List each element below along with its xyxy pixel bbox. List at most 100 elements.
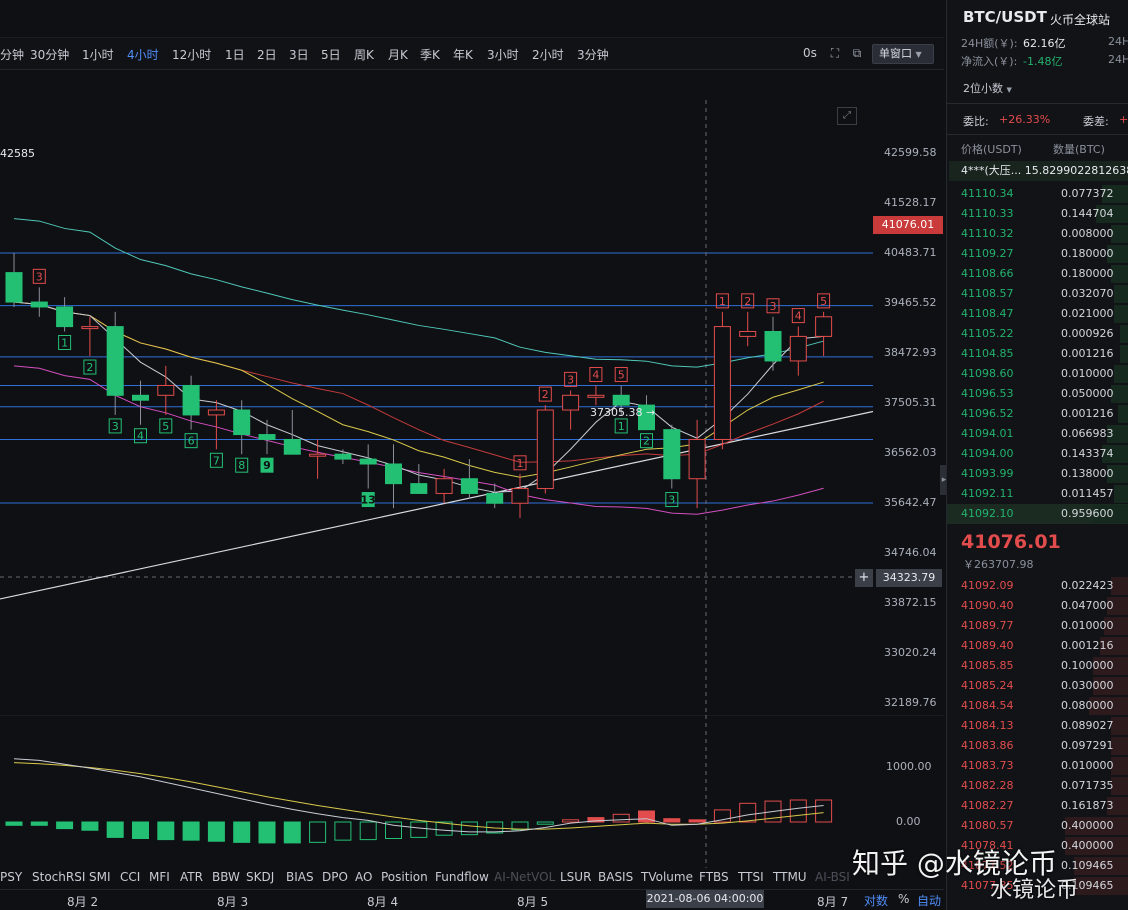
bid-row[interactable]: 41110.33 0.144704 bbox=[947, 204, 1128, 224]
timeframe-tab[interactable]: 季K bbox=[420, 46, 440, 63]
indicator-tab[interactable]: LSUR bbox=[560, 870, 591, 884]
ask-row[interactable]: 41092.09 0.022423 bbox=[947, 576, 1128, 596]
candle[interactable] bbox=[663, 424, 681, 489]
auto-scale-toggle[interactable]: 自动 bbox=[917, 892, 941, 909]
ask-row[interactable]: 41089.40 0.001216 bbox=[947, 636, 1128, 656]
big-order-row[interactable]: 4***(大压... 15.8299022812638 bbox=[949, 161, 1128, 181]
bid-row[interactable]: 41094.01 0.066983 bbox=[947, 424, 1128, 444]
macd-chart[interactable] bbox=[0, 715, 944, 868]
timeframe-tab[interactable]: 4小时 bbox=[127, 46, 159, 63]
candle[interactable] bbox=[182, 375, 200, 430]
candle[interactable] bbox=[106, 311, 124, 415]
ask-row[interactable]: 41083.73 0.010000 bbox=[947, 756, 1128, 776]
candle[interactable] bbox=[207, 400, 225, 450]
bid-row[interactable]: 41108.47 0.021000 bbox=[947, 304, 1128, 324]
indicator-tab[interactable]: AO bbox=[355, 870, 372, 884]
ask-row[interactable]: 41080.57 0.400000 bbox=[947, 816, 1128, 836]
bid-row[interactable]: 41108.66 0.180000 bbox=[947, 264, 1128, 284]
bid-row[interactable]: 41104.85 0.001216 bbox=[947, 344, 1128, 364]
popout-icon[interactable]: ⧉ bbox=[850, 46, 864, 60]
ask-row[interactable]: 41085.24 0.030000 bbox=[947, 676, 1128, 696]
indicator-tab[interactable]: SKDJ bbox=[246, 870, 274, 884]
bid-row[interactable]: 41098.60 0.010000 bbox=[947, 364, 1128, 384]
timeframe-tab[interactable]: 2小时 bbox=[532, 46, 564, 63]
zoom-level[interactable]: 0s bbox=[803, 46, 817, 60]
timeframe-tab[interactable]: 年K bbox=[453, 46, 473, 63]
candle[interactable] bbox=[233, 400, 251, 455]
candle[interactable] bbox=[536, 405, 554, 494]
indicator-tab[interactable]: PSY bbox=[0, 870, 22, 884]
timeframe-tab[interactable]: 3小时 bbox=[487, 46, 519, 63]
indicator-tab[interactable]: Position bbox=[381, 870, 428, 884]
indicator-tab[interactable]: DPO bbox=[322, 870, 348, 884]
expand-chart-icon[interactable]: ⤢ bbox=[837, 107, 857, 125]
ask-row[interactable]: 41084.13 0.089027 bbox=[947, 716, 1128, 736]
candle[interactable] bbox=[562, 390, 580, 430]
bid-row[interactable]: 41094.00 0.143374 bbox=[947, 444, 1128, 464]
timeframe-tab[interactable]: 分钟 bbox=[0, 46, 24, 63]
indicator-tab[interactable]: FTBS bbox=[699, 870, 729, 884]
indicator-tab[interactable]: StochRSI bbox=[32, 870, 85, 884]
window-mode-select[interactable]: 单窗口 ▼ bbox=[872, 44, 934, 64]
indicator-tab[interactable]: ATR bbox=[180, 870, 203, 884]
candle[interactable] bbox=[81, 316, 99, 357]
pair-title[interactable]: BTC/USDT bbox=[963, 8, 1047, 26]
indicator-tab[interactable]: TVolume bbox=[641, 870, 693, 884]
bid-row[interactable]: 41105.22 0.000926 bbox=[947, 324, 1128, 344]
candle[interactable] bbox=[460, 459, 478, 499]
indicator-tab[interactable]: TTMU bbox=[773, 870, 807, 884]
ask-row[interactable]: 41083.86 0.097291 bbox=[947, 736, 1128, 756]
bid-row[interactable]: 41096.52 0.001216 bbox=[947, 404, 1128, 424]
bid-row[interactable]: 41096.53 0.050000 bbox=[947, 384, 1128, 404]
indicator-tab[interactable]: Fundflow bbox=[435, 870, 489, 884]
candle[interactable] bbox=[132, 380, 149, 425]
candle[interactable] bbox=[789, 326, 807, 376]
candle[interactable] bbox=[359, 444, 377, 489]
indicator-tab[interactable]: TTSI bbox=[738, 870, 764, 884]
candle[interactable] bbox=[739, 311, 757, 347]
indicator-tab[interactable]: BASIS bbox=[598, 870, 633, 884]
timeframe-tab[interactable]: 月K bbox=[388, 46, 408, 63]
candle[interactable] bbox=[30, 287, 48, 317]
indicator-tab[interactable]: BBW bbox=[212, 870, 240, 884]
bid-row[interactable]: 41108.57 0.032070 bbox=[947, 284, 1128, 304]
candle[interactable] bbox=[334, 449, 352, 465]
percent-toggle[interactable]: % bbox=[898, 892, 909, 906]
indicator-tab[interactable]: MFI bbox=[149, 870, 170, 884]
candle[interactable] bbox=[688, 419, 706, 509]
bid-row[interactable]: 41109.27 0.180000 bbox=[947, 244, 1128, 264]
indicator-tab[interactable]: AI-BSI bbox=[815, 870, 850, 884]
indicator-tab[interactable]: SMI bbox=[89, 870, 111, 884]
decimals-select[interactable]: 2位小数 ▼ bbox=[963, 80, 1012, 96]
ask-row[interactable]: 41082.27 0.161873 bbox=[947, 796, 1128, 816]
indicator-tab[interactable]: BIAS bbox=[286, 870, 314, 884]
candle[interactable] bbox=[435, 468, 453, 504]
bid-row[interactable]: 41092.10 0.959600 bbox=[947, 504, 1128, 524]
timeframe-tab[interactable]: 1小时 bbox=[82, 46, 114, 63]
candlestick-chart[interactable]: 3 2 3 4 5 1 1 2 3 4 5 1 2 3 4 5 6 7 8 9 13 1 2 3 bbox=[0, 100, 944, 715]
indicator-tab[interactable]: AI-NetVOL bbox=[494, 870, 555, 884]
crosshair-plus-icon[interactable]: + bbox=[855, 569, 873, 587]
indicator-tab[interactable]: CCI bbox=[120, 870, 140, 884]
bid-row[interactable]: 41092.11 0.011457 bbox=[947, 484, 1128, 504]
timeframe-tab[interactable]: 30分钟 bbox=[30, 46, 69, 63]
ask-row[interactable]: 41084.54 0.080000 bbox=[947, 696, 1128, 716]
candle[interactable] bbox=[410, 464, 428, 494]
bid-row[interactable]: 41110.32 0.008000 bbox=[947, 224, 1128, 244]
candle[interactable] bbox=[511, 473, 529, 518]
candle[interactable] bbox=[385, 444, 402, 509]
timeframe-tab[interactable]: 1日 bbox=[225, 46, 245, 63]
candle[interactable] bbox=[309, 439, 327, 479]
candle[interactable] bbox=[815, 311, 833, 357]
ask-row[interactable]: 41085.85 0.100000 bbox=[947, 656, 1128, 676]
ask-row[interactable]: 41089.77 0.010000 bbox=[947, 616, 1128, 636]
bid-row[interactable]: 41093.99 0.138000 bbox=[947, 464, 1128, 484]
bid-row[interactable]: 41110.34 0.077372 bbox=[947, 184, 1128, 204]
timeframe-tab[interactable]: 周K bbox=[354, 46, 374, 63]
candle[interactable] bbox=[5, 252, 23, 307]
candle[interactable] bbox=[56, 297, 74, 332]
timeframe-tab[interactable]: 5日 bbox=[321, 46, 341, 63]
fullscreen-icon[interactable]: ⛶ bbox=[828, 46, 842, 60]
timeframe-tab[interactable]: 3分钟 bbox=[577, 46, 609, 63]
timeframe-tab[interactable]: 3日 bbox=[289, 46, 309, 63]
